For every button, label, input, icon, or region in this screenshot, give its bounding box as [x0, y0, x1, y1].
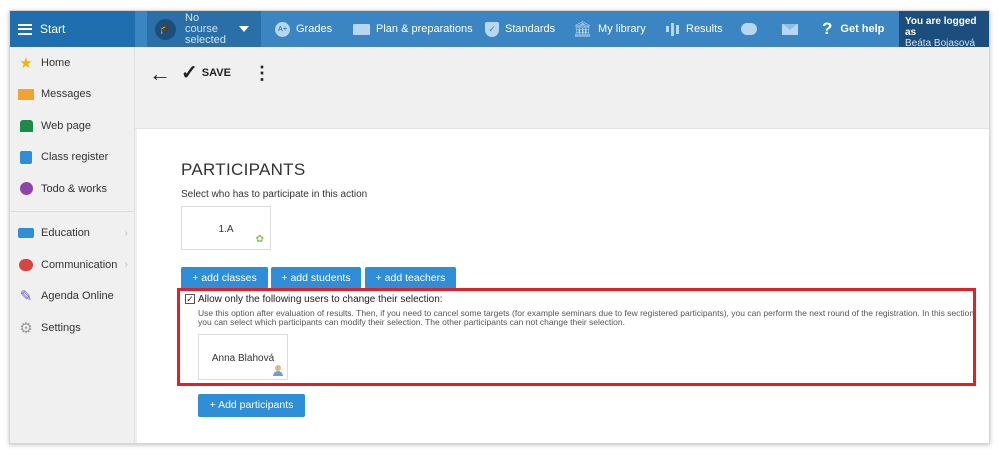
graduation-cap-icon: 🎓 — [155, 18, 176, 40]
folder-icon — [353, 23, 370, 35]
allow-change-checkbox[interactable]: ✓ — [185, 294, 195, 304]
account-box[interactable]: You are logged as Beáta Bojasová — [899, 11, 989, 49]
nav-grades[interactable]: A+ Grades — [275, 11, 332, 47]
register-icon — [18, 149, 34, 165]
envelope-icon — [18, 86, 34, 102]
bar-chart-icon — [665, 22, 680, 36]
sidebar-item-todo-works[interactable]: Todo & works — [10, 173, 134, 205]
clock-icon — [18, 181, 34, 197]
allow-change-description: Use this option after evaluation of resu… — [198, 308, 977, 327]
sidebar-item-label: Settings — [41, 321, 81, 334]
chat-bubble-icon — [741, 23, 757, 35]
allow-change-label: Allow only the following users to change… — [198, 294, 443, 305]
participants-instructions: Select who has to participate in this ac… — [181, 189, 368, 200]
sidebar-item-label: Web page — [41, 119, 91, 132]
book-icon — [18, 225, 34, 241]
nav-library-label: My library — [598, 23, 646, 35]
sidebar-item-label: Todo & works — [41, 182, 108, 195]
user-card-name: Anna Blahová — [211, 353, 275, 364]
pen-icon: ✎ — [19, 288, 33, 306]
nav-grades-label: Grades — [296, 23, 333, 35]
nav-plan-preparations[interactable]: Plan & preparations — [353, 11, 473, 47]
chat-button[interactable] — [741, 11, 757, 47]
get-help-button[interactable]: ? Get help — [822, 11, 884, 47]
nav-plan-label: Plan & preparations — [376, 23, 473, 35]
question-mark-icon: ? — [822, 19, 833, 38]
people-icon — [18, 257, 34, 273]
shield-icon: ✓ — [485, 21, 499, 37]
back-arrow-icon[interactable]: ← — [149, 63, 171, 85]
sidebar-item-label: Communication — [41, 258, 118, 271]
sidebar-item-class-register[interactable]: Class register — [10, 142, 134, 174]
hamburger-icon — [18, 23, 32, 35]
star-icon: ★ — [19, 54, 33, 72]
user-card[interactable]: Anna Blahová — [198, 334, 288, 380]
sidebar-divider — [10, 210, 134, 212]
start-menu-button[interactable]: Start — [10, 11, 135, 47]
add-participants-button[interactable]: + Add participants — [198, 394, 305, 417]
chevron-down-icon — [239, 26, 249, 32]
grades-icon: A+ — [275, 21, 290, 37]
course-selector[interactable]: 🎓 No course selected — [147, 11, 261, 47]
sidebar-item-web-page[interactable]: Web page — [10, 110, 134, 142]
sidebar-item-label: Home — [41, 56, 71, 69]
nav-my-library[interactable]: 🏛 My library — [573, 11, 646, 47]
add-classes-button[interactable]: + add classes — [181, 267, 268, 289]
chevron-right-icon: › — [124, 259, 128, 271]
start-label: Start — [40, 22, 66, 36]
sidebar-item-agenda-online[interactable]: ✎ Agenda Online — [10, 281, 134, 313]
add-students-button[interactable]: + add students — [271, 267, 361, 289]
save-button[interactable]: ✓ SAVE — [181, 63, 231, 83]
app-window: Start 🎓 No course selected A+ Grades Pla… — [9, 10, 990, 444]
sidebar-item-label: Agenda Online — [41, 290, 114, 303]
sidebar-item-communication[interactable]: Communication › — [10, 249, 134, 281]
more-options-icon[interactable]: ⋮ — [253, 63, 271, 83]
logged-as-label: You are logged as — [905, 16, 977, 38]
course-label: No course selected — [185, 11, 226, 46]
sidebar: ★ Home Messages Web page Class register … — [10, 47, 135, 443]
class-card[interactable]: 1.A ✿ — [181, 206, 271, 250]
person-icon — [273, 365, 283, 377]
sidebar-item-label: Education — [41, 227, 90, 240]
sidebar-item-home[interactable]: ★ Home — [10, 47, 134, 79]
house-icon — [18, 118, 34, 134]
sidebar-item-education[interactable]: Education › — [10, 218, 134, 250]
nav-standards[interactable]: ✓ Standards — [485, 11, 555, 47]
nav-standards-label: Standards — [505, 23, 556, 35]
chevron-right-icon: › — [124, 227, 128, 239]
mail-button[interactable] — [782, 11, 798, 47]
checkmark-icon: ✓ — [181, 62, 198, 84]
page-title: PARTICIPANTS — [181, 160, 306, 179]
top-navigation-bar: Start 🎓 No course selected A+ Grades Pla… — [10, 11, 989, 49]
nav-results[interactable]: Results — [665, 11, 723, 47]
sidebar-item-settings[interactable]: ⚙ Settings — [10, 312, 134, 344]
envelope-icon — [782, 23, 798, 35]
action-toolbar: ← ✓ SAVE ⋮ — [135, 47, 989, 129]
nav-results-label: Results — [686, 23, 723, 35]
gear-icon: ⚙ — [19, 319, 33, 337]
add-teachers-button[interactable]: + add teachers — [365, 267, 456, 289]
library-icon: 🏛 — [573, 21, 593, 38]
get-help-label: Get help — [840, 23, 885, 35]
save-label: SAVE — [201, 67, 231, 79]
group-icon: ✿ — [255, 234, 264, 245]
sidebar-item-label: Class register — [41, 151, 109, 164]
sidebar-item-label: Messages — [41, 88, 92, 101]
sidebar-item-messages[interactable]: Messages — [10, 79, 134, 111]
